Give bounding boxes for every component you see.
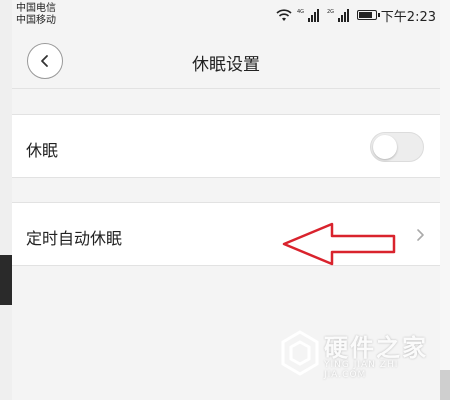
status-bar: 中国电信 中国移动 4G 2G 下午2:23 bbox=[12, 0, 440, 34]
wifi-icon bbox=[276, 9, 292, 21]
signal-2g-icon: 2G bbox=[327, 9, 349, 22]
setting-label-timed-sleep: 定时自动休眠 bbox=[26, 229, 123, 248]
background-edge-right bbox=[440, 0, 450, 400]
carrier-primary: 中国电信 bbox=[16, 3, 56, 14]
background-edge-left bbox=[0, 0, 12, 400]
watermark-subtext: YING JIAN ZHI JIA.COM bbox=[324, 360, 399, 380]
title-bar: 休眠设置 bbox=[12, 34, 440, 88]
watermark-logo-icon bbox=[281, 330, 319, 376]
annotation-arrow-icon bbox=[282, 222, 396, 266]
battery-level bbox=[358, 12, 372, 18]
carrier-secondary: 中国移动 bbox=[16, 15, 56, 26]
carrier-info: 中国电信 中国移动 bbox=[16, 3, 56, 27]
sleep-toggle[interactable] bbox=[370, 132, 424, 162]
signal-4g-icon: 4G bbox=[297, 9, 319, 22]
network-label-4g: 4G bbox=[297, 9, 304, 15]
setting-row-sleep: 休眠 bbox=[12, 114, 440, 178]
battery-icon bbox=[356, 10, 380, 20]
network-label-2g: 2G bbox=[327, 9, 334, 15]
status-icons: 4G 2G 下午2:23 bbox=[275, 7, 436, 25]
clock: 下午2:23 bbox=[380, 9, 436, 25]
chevron-right-icon bbox=[417, 229, 424, 241]
setting-label-sleep: 休眠 bbox=[26, 141, 59, 160]
watermark-text: 硬件之家 bbox=[324, 334, 428, 362]
toggle-knob bbox=[373, 135, 397, 159]
screenshot: 中国电信 中国移动 4G 2G 下午2:23 休眠设置 休眠 定时自动休眠 硬件… bbox=[0, 0, 450, 400]
divider bbox=[12, 88, 440, 89]
watermark: 硬件之家 YING JIAN ZHI JIA.COM bbox=[280, 326, 440, 386]
page-title: 休眠设置 bbox=[192, 55, 260, 75]
